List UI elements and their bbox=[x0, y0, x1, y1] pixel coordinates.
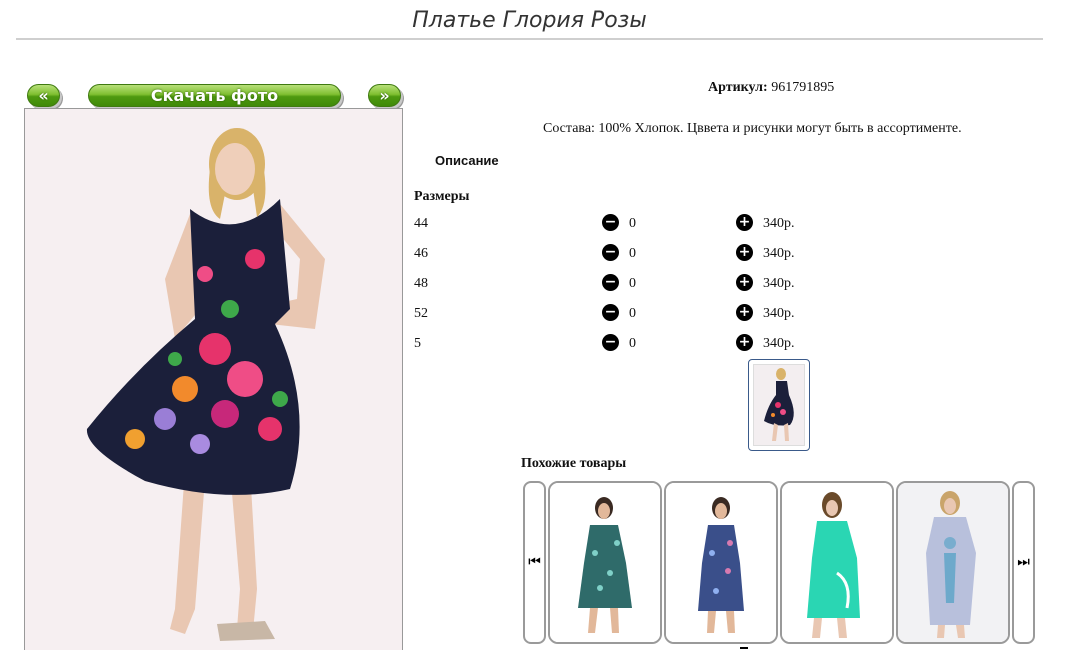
size-row: 48 − 0 + 340р. bbox=[414, 273, 834, 297]
main-product-photo[interactable] bbox=[24, 108, 403, 650]
carousel-prev-button[interactable]: ⏮ bbox=[523, 481, 546, 644]
size-row: 46 − 0 + 340р. bbox=[414, 243, 834, 267]
page-title: Платье Глория Розы bbox=[412, 8, 647, 33]
model-dress-image bbox=[25, 109, 402, 650]
size-row: 44 − 0 + 340р. bbox=[414, 213, 834, 237]
similar-product-card[interactable] bbox=[664, 481, 778, 644]
size-value: 5 bbox=[414, 336, 421, 351]
next-photo-button[interactable]: » bbox=[368, 84, 401, 107]
size-value: 48 bbox=[414, 276, 428, 291]
minus-circle-icon[interactable]: − bbox=[602, 214, 619, 231]
minus-circle-icon[interactable]: − bbox=[602, 304, 619, 321]
plus-circle-icon[interactable]: + bbox=[736, 304, 753, 321]
description-tab[interactable]: Описание bbox=[435, 153, 499, 168]
article-value: 961791895 bbox=[771, 80, 835, 95]
plus-circle-icon[interactable]: + bbox=[736, 214, 753, 231]
composition-text: Состава: 100% Хлопок. Цввета и рисунки м… bbox=[543, 121, 962, 136]
thumbnail-image bbox=[754, 365, 804, 445]
price-value: 340р. bbox=[763, 246, 795, 261]
plus-circle-icon[interactable]: + bbox=[736, 244, 753, 261]
title-divider bbox=[16, 38, 1043, 40]
price-value: 340р. bbox=[763, 276, 795, 291]
plus-circle-icon[interactable]: + bbox=[736, 274, 753, 291]
similar-product-card[interactable] bbox=[548, 481, 662, 644]
quantity-value: 0 bbox=[629, 336, 636, 351]
price-value: 340р. bbox=[763, 336, 795, 351]
article-line: Артикул: 961791895 bbox=[708, 80, 834, 96]
quantity-value: 0 bbox=[629, 216, 636, 231]
minus-circle-icon[interactable]: − bbox=[602, 244, 619, 261]
similar-product-image bbox=[666, 483, 776, 642]
size-row: 52 − 0 + 340р. bbox=[414, 303, 834, 327]
size-value: 44 bbox=[414, 216, 428, 231]
similar-products-heading: Похожие товары bbox=[521, 456, 627, 471]
prev-photo-button[interactable]: « bbox=[27, 84, 60, 107]
similar-product-image bbox=[898, 483, 1008, 642]
minus-circle-icon[interactable]: − bbox=[602, 274, 619, 291]
skip-previous-icon: ⏮ bbox=[528, 554, 541, 570]
price-value: 340р. bbox=[763, 216, 795, 231]
size-value: 46 bbox=[414, 246, 428, 261]
plus-circle-icon[interactable]: + bbox=[736, 334, 753, 351]
size-row: 5 − 0 + 340р. bbox=[414, 333, 834, 357]
similar-product-image bbox=[782, 483, 892, 642]
quantity-value: 0 bbox=[629, 246, 636, 261]
quantity-value: 0 bbox=[629, 276, 636, 291]
sizes-heading: Размеры bbox=[414, 189, 470, 204]
similar-product-card[interactable] bbox=[780, 481, 894, 644]
skip-next-icon: ⏭ bbox=[1017, 554, 1030, 570]
minus-circle-icon[interactable]: − bbox=[602, 334, 619, 351]
scroll-indicator bbox=[740, 647, 748, 649]
article-label: Артикул: bbox=[708, 80, 768, 95]
download-photo-button[interactable]: Скачать фото bbox=[88, 84, 341, 107]
product-thumbnail[interactable] bbox=[748, 359, 810, 451]
similar-product-image bbox=[550, 483, 660, 642]
quantity-value: 0 bbox=[629, 306, 636, 321]
size-value: 52 bbox=[414, 306, 428, 321]
similar-product-card[interactable] bbox=[896, 481, 1010, 644]
carousel-next-button[interactable]: ⏭ bbox=[1012, 481, 1035, 644]
price-value: 340р. bbox=[763, 306, 795, 321]
